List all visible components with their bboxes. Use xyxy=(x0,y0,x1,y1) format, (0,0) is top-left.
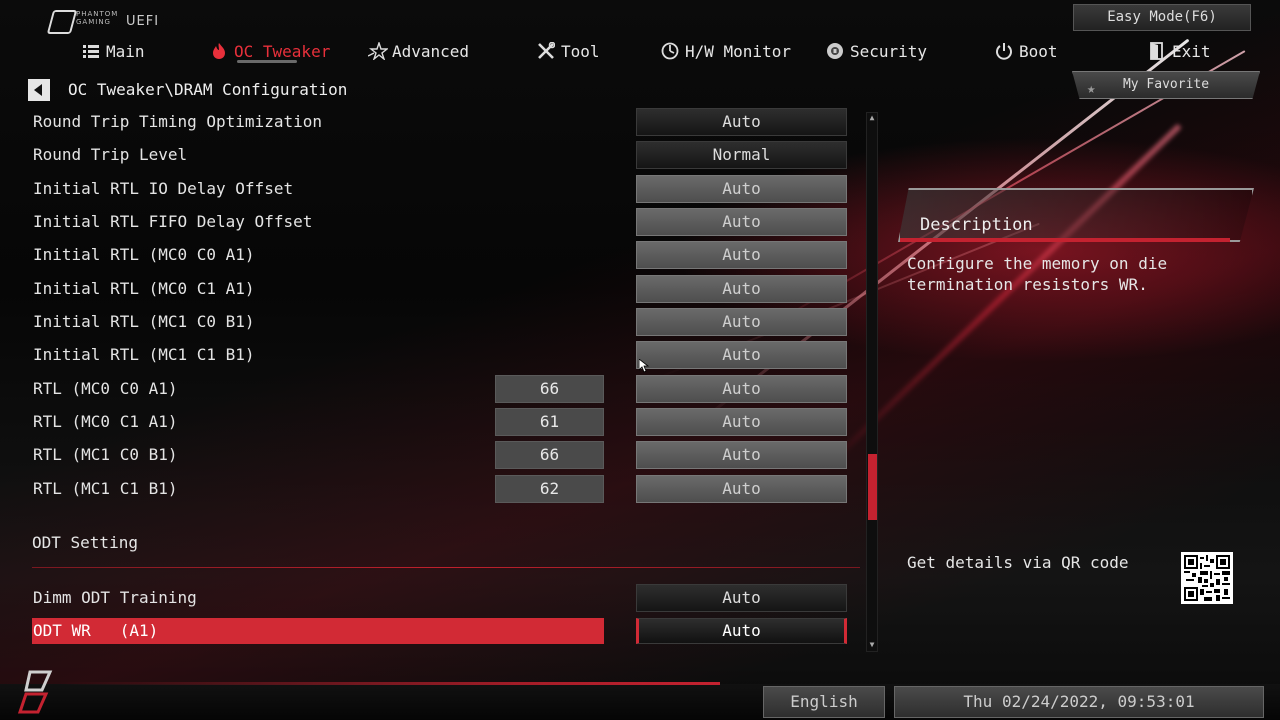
tab-tool[interactable]: Tool xyxy=(537,38,600,64)
datetime-display: Thu 02/24/2022, 09:53:01 xyxy=(894,686,1264,718)
tab-hw-monitor-label: H/W Monitor xyxy=(685,41,791,61)
tab-oc-tweaker-label: OC Tweaker xyxy=(234,41,331,61)
scroll-up-icon[interactable]: ▲ xyxy=(868,114,876,122)
tab-advanced-label: Advanced xyxy=(392,41,470,61)
mouse-cursor-icon xyxy=(638,358,650,373)
setting-label: Initial RTL (MC1 C0 B1) xyxy=(33,312,255,331)
setting-value-button[interactable]: Auto xyxy=(636,584,847,612)
tab-boot[interactable]: Boot xyxy=(995,38,1058,64)
setting-value-button[interactable]: Auto xyxy=(636,308,847,336)
setting-row-selected[interactable]: ODT WR (A1) Auto xyxy=(0,618,860,648)
setting-value-button[interactable]: Auto xyxy=(636,175,847,203)
setting-label: Initial RTL (MC0 C0 A1) xyxy=(33,245,255,264)
pg-corner-logo-icon xyxy=(16,668,60,716)
tab-security[interactable]: Security xyxy=(826,38,927,64)
my-favorite-button[interactable]: ★ My Favorite xyxy=(1072,71,1260,99)
current-value: 66 xyxy=(495,441,604,469)
setting-value-button[interactable]: Auto xyxy=(636,618,847,644)
setting-row[interactable]: Initial RTL (MC1 C0 B1) Auto xyxy=(0,307,860,337)
setting-value-button[interactable]: Auto xyxy=(636,375,847,403)
favorite-star-icon: ★ xyxy=(1087,81,1096,97)
exit-icon xyxy=(1148,42,1166,60)
setting-row[interactable]: Initial RTL (MC0 C0 A1) Auto xyxy=(0,240,860,270)
setting-value-button[interactable]: Auto xyxy=(636,241,847,269)
flame-icon xyxy=(210,42,228,60)
description-text: Configure the memory on die termination … xyxy=(907,254,1168,294)
tab-exit[interactable]: Exit xyxy=(1148,38,1211,64)
tab-main-label: Main xyxy=(106,41,145,61)
setting-value-button[interactable]: Auto xyxy=(636,208,847,236)
setting-row[interactable]: RTL (MC1 C1 B1) 62 Auto xyxy=(0,474,860,504)
setting-row[interactable]: Initial RTL IO Delay Offset Auto xyxy=(0,174,860,204)
shield-icon xyxy=(826,42,844,60)
description-accent-bar xyxy=(900,238,1230,242)
setting-label: RTL (MC1 C1 B1) xyxy=(33,479,178,498)
setting-label: Round Trip Timing Optimization xyxy=(33,112,322,131)
scrollbar-thumb[interactable] xyxy=(868,454,877,520)
setting-row[interactable]: Initial RTL (MC1 C1 B1) Auto xyxy=(0,340,860,370)
setting-value-button[interactable]: Auto xyxy=(636,408,847,436)
setting-value-button[interactable]: Auto xyxy=(636,108,847,136)
section-title-odt: ODT Setting xyxy=(32,533,138,552)
setting-label: Initial RTL (MC0 C1 A1) xyxy=(33,279,255,298)
tab-security-label: Security xyxy=(850,41,928,61)
main-nav: Main OC Tweaker Advanced Tool H/W Monito… xyxy=(0,38,1280,64)
setting-label: Initial RTL IO Delay Offset xyxy=(33,179,294,198)
back-button[interactable] xyxy=(28,79,50,101)
tab-exit-label: Exit xyxy=(1172,41,1211,61)
tab-hw-monitor[interactable]: H/W Monitor xyxy=(661,38,791,64)
setting-value-button[interactable]: Auto xyxy=(636,341,847,369)
setting-row[interactable]: Round Trip Timing Optimization Auto xyxy=(0,107,860,137)
setting-label: Initial RTL (MC1 C1 B1) xyxy=(33,345,255,364)
scroll-down-icon[interactable]: ▼ xyxy=(868,641,876,649)
logo-brand-line1: PHANTOM xyxy=(76,10,119,18)
pg-logo-icon xyxy=(46,10,78,34)
easy-mode-button[interactable]: Easy Mode(F6) xyxy=(1073,4,1251,31)
tools-icon xyxy=(537,41,556,60)
setting-label: RTL (MC0 C0 A1) xyxy=(33,379,178,398)
setting-row[interactable]: Initial RTL FIFO Delay Offset Auto xyxy=(0,207,860,237)
section-divider xyxy=(32,567,860,568)
current-value: 66 xyxy=(495,375,604,403)
tab-boot-label: Boot xyxy=(1019,41,1058,61)
setting-label: Dimm ODT Training xyxy=(33,588,197,607)
qr-code-image xyxy=(1181,552,1233,604)
setting-value-button[interactable]: Auto xyxy=(636,441,847,469)
qr-code-icon xyxy=(1184,555,1230,601)
monitor-icon xyxy=(661,42,679,60)
setting-row[interactable]: Initial RTL (MC0 C1 A1) Auto xyxy=(0,274,860,304)
language-button[interactable]: English xyxy=(763,686,885,718)
my-favorite-label: My Favorite xyxy=(1122,77,1210,92)
star-icon xyxy=(367,40,389,62)
setting-label: RTL (MC1 C0 B1) xyxy=(33,445,178,464)
setting-label: RTL (MC0 C1 A1) xyxy=(33,412,178,431)
current-value: 61 xyxy=(495,408,604,436)
scrollbar-track[interactable] xyxy=(866,112,878,652)
logo-uefi-text: UEFI xyxy=(126,14,160,29)
tab-advanced[interactable]: Advanced xyxy=(367,38,470,64)
setting-row[interactable]: Dimm ODT Training Auto xyxy=(0,583,860,613)
setting-row[interactable]: RTL (MC0 C1 A1) 61 Auto xyxy=(0,407,860,437)
description-title: Description xyxy=(920,215,1033,235)
setting-row[interactable]: RTL (MC0 C0 A1) 66 Auto xyxy=(0,374,860,404)
tab-main[interactable]: Main xyxy=(82,38,145,64)
active-tab-indicator xyxy=(237,60,297,63)
tab-tool-label: Tool xyxy=(561,41,600,61)
setting-label: ODT WR (A1) xyxy=(33,621,159,640)
logo-brand-line2: GAMING xyxy=(76,18,111,26)
phantom-gaming-logo: PHANTOM GAMING UEFI xyxy=(46,10,160,34)
setting-row[interactable]: RTL (MC1 C0 B1) 66 Auto xyxy=(0,440,860,470)
footer-accent-line xyxy=(60,682,720,685)
setting-value-button[interactable]: Auto xyxy=(636,475,847,503)
current-value: 62 xyxy=(495,475,604,503)
qr-code-caption: Get details via QR code xyxy=(907,553,1129,572)
setting-label: Round Trip Level xyxy=(33,145,188,164)
list-icon xyxy=(82,42,100,60)
setting-label: Initial RTL FIFO Delay Offset xyxy=(33,212,313,231)
breadcrumb: OC Tweaker\DRAM Configuration xyxy=(68,80,348,99)
setting-value-button[interactable]: Normal xyxy=(636,141,847,169)
setting-row[interactable]: Round Trip Level Normal xyxy=(0,140,860,170)
power-icon xyxy=(995,42,1013,60)
setting-value-button[interactable]: Auto xyxy=(636,275,847,303)
